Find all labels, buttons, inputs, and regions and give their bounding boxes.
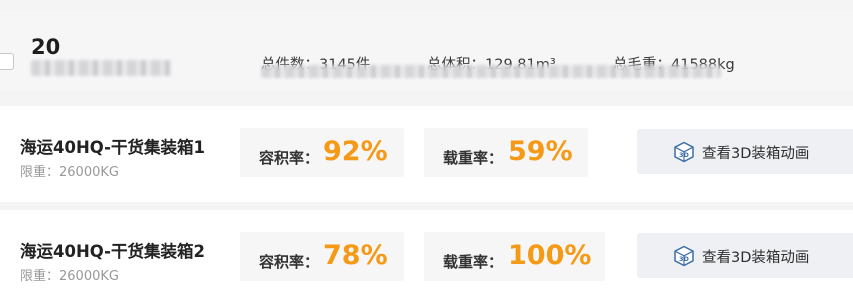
select-all-checkbox[interactable] (0, 53, 14, 70)
load-rate-label: 载重率： (443, 149, 504, 167)
load-rate-value: 100% (508, 240, 592, 271)
view-3d-animation-button[interactable]: 3D 查看3D装箱动画 (637, 129, 853, 174)
container-row: 海运40HQ-干货集装箱1 限重：26000KG 容积率： 92% 载重率： 5… (0, 106, 853, 202)
load-rate-value: 59% (508, 136, 573, 167)
view-3d-animation-label: 查看3D装箱动画 (702, 250, 810, 266)
redacted-detail-text (261, 65, 721, 78)
weight-limit: 限重：26000KG (20, 269, 119, 284)
3d-box-icon: 3D (674, 245, 694, 267)
summary-number: 20 (31, 35, 61, 59)
volume-rate-box: 容积率： 78% (240, 232, 404, 281)
volume-rate-box: 容积率： 92% (240, 128, 404, 177)
view-3d-animation-button[interactable]: 3D 查看3D装箱动画 (637, 233, 853, 278)
view-3d-animation-label: 查看3D装箱动画 (702, 146, 810, 162)
container-row: 海运40HQ-干货集装箱2 限重：26000KG 容积率： 78% 载重率： 1… (0, 210, 853, 306)
volume-rate-label: 容积率： (259, 149, 320, 167)
volume-rate-value: 92% (323, 136, 388, 167)
weight-limit: 限重：26000KG (20, 165, 119, 180)
volume-rate-label: 容积率： (259, 253, 320, 271)
redacted-summary-text (31, 60, 171, 76)
volume-rate-value: 78% (323, 240, 388, 271)
svg-text:3D: 3D (679, 151, 690, 159)
container-name: 海运40HQ-干货集装箱2 (20, 242, 205, 261)
load-rate-label: 载重率： (443, 253, 504, 271)
container-name: 海运40HQ-干货集装箱1 (20, 138, 205, 157)
load-rate-box: 载重率： 100% (424, 232, 605, 281)
3d-box-icon: 3D (674, 141, 694, 163)
svg-text:3D: 3D (679, 255, 690, 263)
summary-panel: 20 总件数：3145件 总体积：129.81m³ 总毛重：41588kg (0, 10, 853, 90)
load-rate-box: 载重率： 59% (424, 128, 588, 177)
